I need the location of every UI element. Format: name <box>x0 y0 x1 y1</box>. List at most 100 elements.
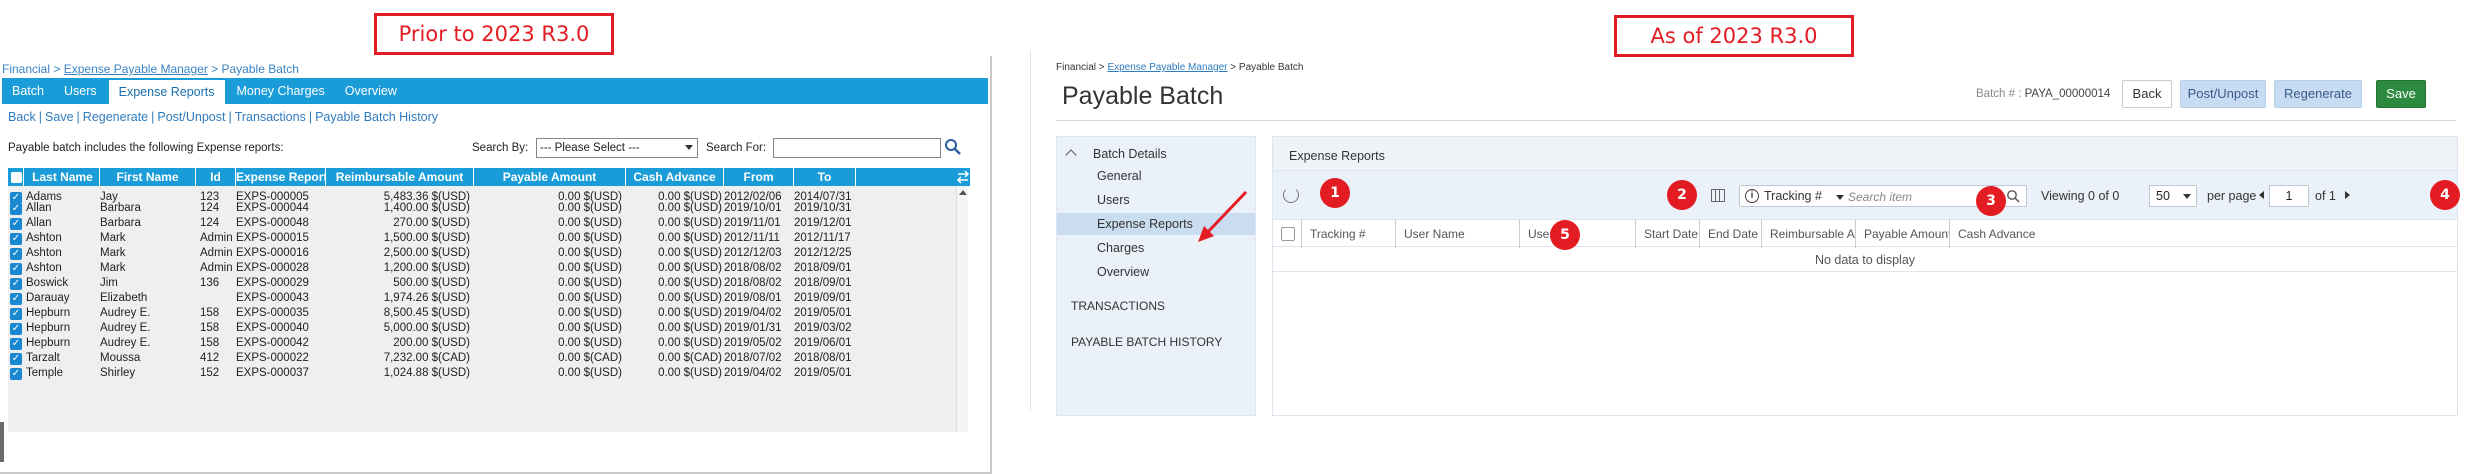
sidebar-item-overview[interactable]: Overview <box>1097 265 1149 279</box>
table-row[interactable]: ✓ Allan Barbara 124 EXPS-000044 1,400.00 $(US… <box>8 201 966 216</box>
table-row[interactable]: ✓ Allan Barbara 124 EXPS-000048 270.00 $(USD)… <box>8 216 966 231</box>
col-start-date[interactable]: Start Date <box>1635 220 1699 248</box>
chevron-down-icon[interactable] <box>1836 195 1844 200</box>
sidebar-item-users[interactable]: Users <box>1097 193 1130 207</box>
table-row[interactable]: ✓ Ashton Mark Admin EXPS-000015 1,500.00 $(US… <box>8 231 966 246</box>
sidebar-item-charges[interactable]: Charges <box>1097 241 1144 255</box>
sidebar-transactions[interactable]: TRANSACTIONS <box>1071 299 1165 313</box>
scroll-up-icon[interactable] <box>959 190 967 195</box>
table-row[interactable]: ✓ Temple Shirley 152 EXPS-000037 1,024.88 $(U… <box>8 366 966 381</box>
old-link-transactions[interactable]: Transactions <box>235 110 306 124</box>
regenerate-button[interactable]: Regenerate <box>2274 80 2362 108</box>
cell-from: 2019/10/01 <box>724 202 782 214</box>
cell-expense-report: EXPS-000035 <box>236 307 309 319</box>
col-end-date[interactable]: End Date <box>1699 220 1761 248</box>
old-tab-batch[interactable]: Batch <box>2 78 54 104</box>
columns-icon[interactable] <box>1711 189 1725 202</box>
swap-columns-icon[interactable] <box>956 168 970 186</box>
prev-page-icon[interactable] <box>2259 191 2264 199</box>
old-tab-users[interactable]: Users <box>54 78 107 104</box>
cell-first-name: Mark <box>100 247 126 259</box>
table-row[interactable]: ✓ Boswick Jim 136 EXPS-000029 500.00 $(USD) 0.… <box>8 276 966 291</box>
cell-first-name: Audrey E. <box>100 322 151 334</box>
old-tab-money-charges[interactable]: Money Charges <box>227 78 335 104</box>
select-all-checkbox[interactable] <box>1281 227 1295 241</box>
col-payable-amount[interactable]: Payable Amount <box>474 168 626 186</box>
grid-footer-line <box>1273 271 2457 272</box>
cell-from: 2018/08/02 <box>724 262 782 274</box>
col-expense-report[interactable]: Expense Report <box>236 168 326 186</box>
search-field-select[interactable]: Tracking # <box>1764 189 1822 203</box>
cell-reimbursable: 2,500.00 $(USD) <box>383 247 470 259</box>
row-checkbox[interactable]: ✓ <box>10 307 22 320</box>
row-checkbox[interactable]: ✓ <box>10 217 22 230</box>
table-row[interactable]: ✓ Hepburn Audrey E. 158 EXPS-000035 8,500.45 … <box>8 306 966 321</box>
row-checkbox[interactable]: ✓ <box>10 262 22 275</box>
link-separator: | <box>228 110 232 124</box>
row-checkbox[interactable]: ✓ <box>10 292 22 305</box>
col-id[interactable]: Id <box>196 168 236 186</box>
page-input[interactable]: 1 <box>2269 185 2309 207</box>
table-row[interactable]: ✓ Ashton Mark Admin EXPS-000028 1,200.00 $(US… <box>8 261 966 276</box>
row-checkbox[interactable]: ✓ <box>10 247 22 260</box>
row-checkbox[interactable]: ✓ <box>10 202 22 215</box>
table-row[interactable]: ✓ Hepburn Audrey E. 158 EXPS-000042 200.00 $(… <box>8 336 966 351</box>
col-to[interactable]: To <box>794 168 856 186</box>
col-user-name[interactable]: User Name <box>1395 220 1519 248</box>
batch-number-label: Batch # : <box>1976 88 2022 100</box>
refresh-icon[interactable] <box>1283 187 1299 203</box>
post-unpost-button[interactable]: Post/Unpost <box>2180 80 2266 108</box>
col-first-name[interactable]: First Name <box>100 168 196 186</box>
per-page-select[interactable]: 50 <box>2149 185 2197 207</box>
row-checkbox[interactable]: ✓ <box>10 352 22 365</box>
info-icon[interactable]: i <box>1745 189 1759 203</box>
sidebar-payable-batch-history[interactable]: PAYABLE BATCH HISTORY <box>1071 335 1222 349</box>
search-icon[interactable] <box>2006 189 2020 203</box>
new-breadcrumb-link[interactable]: Expense Payable Manager <box>1107 62 1227 73</box>
old-link-regenerate[interactable]: Regenerate <box>83 110 148 124</box>
old-link-post-unpost[interactable]: Post/Unpost <box>157 110 225 124</box>
cell-to: 2019/12/01 <box>794 217 852 229</box>
old-breadcrumb-root[interactable]: Financial <box>2 62 50 76</box>
row-checkbox[interactable]: ✓ <box>10 337 22 350</box>
row-checkbox[interactable]: ✓ <box>10 232 22 245</box>
row-checkbox[interactable]: ✓ <box>10 277 22 290</box>
col-tracking[interactable]: Tracking # <box>1301 220 1395 248</box>
sidebar: Batch Details General Users Expense Repo… <box>1056 136 1256 416</box>
table-row[interactable]: ✓ Darauay Elizabeth EXPS-000043 1,974.26 $(U… <box>8 291 966 306</box>
search-icon[interactable] <box>944 138 962 156</box>
old-breadcrumb-link[interactable]: Expense Payable Manager <box>64 62 208 76</box>
old-link-back[interactable]: Back <box>8 110 36 124</box>
col-reimbursable-amount[interactable]: Reimbursable Amount <box>326 168 474 186</box>
col-cash-advance[interactable]: Cash Advance <box>626 168 724 186</box>
badge-3: 3 <box>1976 186 2006 216</box>
cell-cash-advance: 0.00 $(USD) <box>658 337 722 349</box>
table-row[interactable]: ✓ Ashton Mark Admin EXPS-000016 2,500.00 $(US… <box>8 246 966 261</box>
old-search-for-input[interactable] <box>773 138 941 158</box>
search-input[interactable]: Search item <box>1848 190 1912 204</box>
old-tab-expense-reports[interactable]: Expense Reports <box>108 80 225 104</box>
next-page-icon[interactable] <box>2345 191 2350 199</box>
chevron-up-icon[interactable] <box>1065 149 1077 161</box>
col-reimbursable-amount[interactable]: Reimbursable Amount <box>1761 220 1855 248</box>
row-checkbox[interactable]: ✓ <box>10 367 22 380</box>
old-search-by-select[interactable]: --- Please Select --- <box>536 138 698 158</box>
old-link-history[interactable]: Payable Batch History <box>315 110 438 124</box>
sidebar-header[interactable]: Batch Details <box>1093 147 1167 161</box>
back-button[interactable]: Back <box>2122 80 2172 108</box>
save-button[interactable]: Save <box>2376 80 2426 108</box>
col-last-name[interactable]: Last Name <box>26 168 100 186</box>
col-cash-advance[interactable]: Cash Advance <box>1949 220 2049 248</box>
row-checkbox[interactable]: ✓ <box>10 322 22 335</box>
sidebar-item-general[interactable]: General <box>1097 169 1141 183</box>
table-row[interactable]: ✓ Tarzalt Moussa 412 EXPS-000022 7,232.00 $(C… <box>8 351 966 366</box>
old-tab-overview[interactable]: Overview <box>335 78 407 104</box>
header-checkbox[interactable] <box>10 168 24 186</box>
table-row[interactable]: ✓ Hepburn Audrey E. 158 EXPS-000040 5,000.00 … <box>8 321 966 336</box>
old-table-scrollbar[interactable] <box>956 186 968 432</box>
old-description: Payable batch includes the following Exp… <box>8 142 284 154</box>
col-from[interactable]: From <box>724 168 794 186</box>
new-breadcrumb-root[interactable]: Financial <box>1056 62 1096 73</box>
col-payable-amount[interactable]: Payable Amount <box>1855 220 1949 248</box>
old-link-save[interactable]: Save <box>45 110 74 124</box>
